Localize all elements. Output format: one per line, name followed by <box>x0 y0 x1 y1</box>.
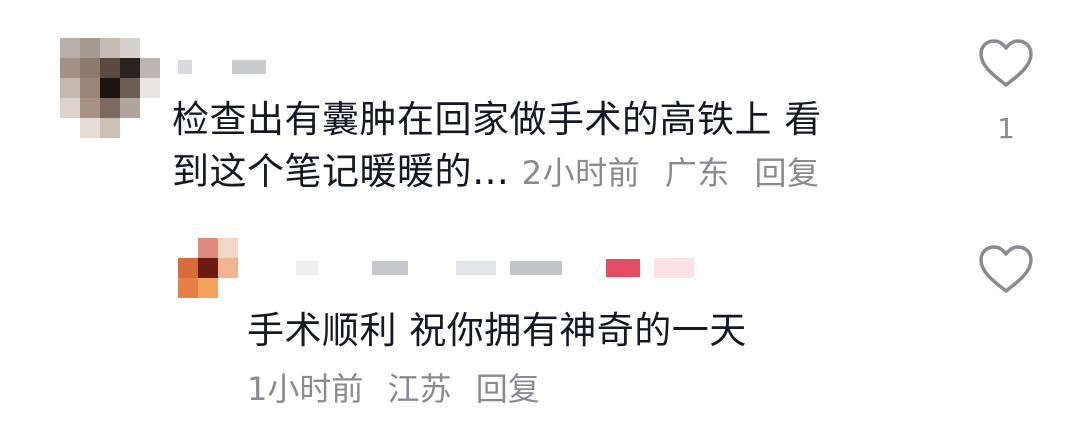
comment-item: 检查出有囊肿在回家做手术的高铁上 看 到这个笔记暖暖的… 2小时前 广东 回复 … <box>0 0 1080 220</box>
heart-outline-icon <box>979 39 1033 87</box>
heart-outline-icon <box>979 245 1033 293</box>
like-count: 1 <box>997 112 1015 145</box>
comment-text: 手术顺利 祝你拥有神奇的一天 <box>247 309 747 352</box>
comment-time: 2小时前 <box>521 154 641 192</box>
like-button[interactable]: 1 <box>974 38 1038 145</box>
comment-text: 检查出有囊肿在回家做手术的高铁上 看 到这个笔记暖暖的… 2小时前 广东 回复 <box>172 94 932 199</box>
reply-button[interactable]: 回复 <box>476 370 540 408</box>
comment-meta: 2小时前 广东 回复 <box>522 154 834 192</box>
avatar[interactable] <box>60 38 160 138</box>
comment-text-line: 检查出有囊肿在回家做手术的高铁上 看 <box>172 98 822 141</box>
comment-time: 1小时前 <box>247 370 364 408</box>
reply-comment-item: 手术顺利 祝你拥有神奇的一天 1小时前 江苏 回复 <box>0 220 1080 446</box>
comment-location: 广东 <box>664 154 730 192</box>
avatar[interactable] <box>178 238 238 298</box>
comment-meta: 1小时前 江苏 回复 <box>247 367 554 411</box>
username-blurred[interactable] <box>178 58 266 76</box>
comment-text-line: 到这个笔记暖暖的… 2小时前 广东 回复 <box>172 146 932 199</box>
reply-button[interactable]: 回复 <box>755 154 820 192</box>
username-blurred[interactable] <box>296 258 694 278</box>
comment-text-continued: 到这个笔记暖暖的… <box>172 150 510 193</box>
comment-location: 江苏 <box>387 370 452 408</box>
like-button[interactable] <box>974 244 1038 296</box>
